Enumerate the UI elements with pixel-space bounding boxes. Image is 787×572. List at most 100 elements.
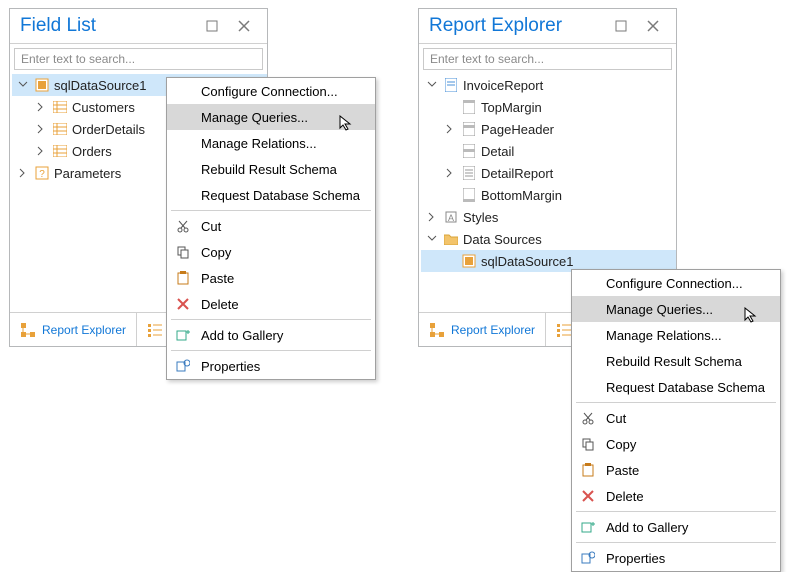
menu-rebuild-schema[interactable]: Rebuild Result Schema <box>167 156 375 182</box>
tree-node-band[interactable]: DetailReport <box>421 162 676 184</box>
svg-text:?: ? <box>39 169 45 180</box>
menu-request-schema[interactable]: Request Database Schema <box>572 374 780 400</box>
menu-manage-relations[interactable]: Manage Relations... <box>572 322 780 348</box>
band-icon <box>461 121 477 137</box>
styles-icon: A <box>443 209 459 225</box>
band-icon <box>461 143 477 159</box>
chevron-right-icon[interactable] <box>34 100 48 114</box>
maximize-icon[interactable] <box>199 15 225 37</box>
tab-label: Report Explorer <box>451 323 535 337</box>
tab-label: Report Explorer <box>42 323 126 337</box>
separator <box>171 319 371 320</box>
separator <box>171 350 371 351</box>
panel-header: Field List <box>10 9 267 44</box>
chevron-right-icon[interactable] <box>34 122 48 136</box>
tab-report-explorer[interactable]: Report Explorer <box>10 313 137 346</box>
table-icon <box>52 99 68 115</box>
search-input[interactable]: Enter text to search... <box>14 48 263 70</box>
menu-configure-connection[interactable]: Configure Connection... <box>167 78 375 104</box>
menu-cut[interactable]: Cut <box>167 213 375 239</box>
database-icon <box>461 253 477 269</box>
menu-cut[interactable]: Cut <box>572 405 780 431</box>
menu-paste[interactable]: Paste <box>572 457 780 483</box>
chevron-down-icon[interactable] <box>425 232 439 246</box>
tree-label: DetailReport <box>481 166 553 181</box>
cursor-icon <box>339 115 357 133</box>
band-icon <box>461 99 477 115</box>
tree-label: sqlDataSource1 <box>54 78 147 93</box>
panel-title: Field List <box>20 15 96 37</box>
chevron-right-icon[interactable] <box>16 166 30 180</box>
menu-manage-relations[interactable]: Manage Relations... <box>167 130 375 156</box>
cut-icon <box>578 408 598 428</box>
tree-label: sqlDataSource1 <box>481 254 574 269</box>
tree-node-report[interactable]: InvoiceReport <box>421 74 676 96</box>
table-icon <box>52 143 68 159</box>
band-icon <box>461 187 477 203</box>
cut-icon <box>173 216 193 236</box>
list-icon <box>147 322 163 338</box>
chevron-right-icon[interactable] <box>34 144 48 158</box>
tree-label: Customers <box>72 100 135 115</box>
question-icon: ? <box>34 165 50 181</box>
band-icon <box>461 165 477 181</box>
svg-text:A: A <box>448 213 454 223</box>
tree-node-band[interactable]: PageHeader <box>421 118 676 140</box>
separator <box>576 511 776 512</box>
delete-icon <box>173 294 193 314</box>
tree-label: Styles <box>463 210 498 225</box>
menu-copy[interactable]: Copy <box>167 239 375 265</box>
menu-properties[interactable]: Properties <box>572 545 780 571</box>
menu-request-schema[interactable]: Request Database Schema <box>167 182 375 208</box>
menu-delete[interactable]: Delete <box>572 483 780 509</box>
tree-node-datasources[interactable]: Data Sources <box>421 228 676 250</box>
tree-label: PageHeader <box>481 122 554 137</box>
paste-icon <box>578 460 598 480</box>
maximize-icon[interactable] <box>608 15 634 37</box>
tree-node-styles[interactable]: A Styles <box>421 206 676 228</box>
database-icon <box>34 77 50 93</box>
tree-label: Orders <box>72 144 112 159</box>
tree-label: Data Sources <box>463 232 542 247</box>
tree-node-band[interactable]: TopMargin <box>421 96 676 118</box>
close-icon[interactable] <box>231 15 257 37</box>
tab-report-explorer[interactable]: Report Explorer <box>419 313 546 346</box>
menu-paste[interactable]: Paste <box>167 265 375 291</box>
menu-add-gallery[interactable]: Add to Gallery <box>572 514 780 540</box>
chevron-down-icon[interactable] <box>425 78 439 92</box>
menu-rebuild-schema[interactable]: Rebuild Result Schema <box>572 348 780 374</box>
tree-label: OrderDetails <box>72 122 145 137</box>
menu-properties[interactable]: Properties <box>167 353 375 379</box>
chevron-right-icon[interactable] <box>443 166 457 180</box>
close-icon[interactable] <box>640 15 666 37</box>
search-input[interactable]: Enter text to search... <box>423 48 672 70</box>
chevron-right-icon[interactable] <box>443 122 457 136</box>
folder-icon <box>443 231 459 247</box>
table-icon <box>52 121 68 137</box>
tree-node-band[interactable]: BottomMargin <box>421 184 676 206</box>
copy-icon <box>578 434 598 454</box>
menu-delete[interactable]: Delete <box>167 291 375 317</box>
delete-icon <box>578 486 598 506</box>
chevron-right-icon[interactable] <box>425 210 439 224</box>
paste-icon <box>173 268 193 288</box>
tree-label: BottomMargin <box>481 188 562 203</box>
menu-add-gallery[interactable]: Add to Gallery <box>167 322 375 348</box>
menu-copy[interactable]: Copy <box>572 431 780 457</box>
gallery-icon <box>173 325 193 345</box>
separator <box>171 210 371 211</box>
tree-node-band[interactable]: Detail <box>421 140 676 162</box>
copy-icon <box>173 242 193 262</box>
report-icon <box>443 77 459 93</box>
list-icon <box>556 322 572 338</box>
cursor-icon <box>744 307 762 325</box>
tree-label: TopMargin <box>481 100 542 115</box>
panel-header: Report Explorer <box>419 9 676 44</box>
separator <box>576 402 776 403</box>
tree-label: Parameters <box>54 166 121 181</box>
menu-configure-connection[interactable]: Configure Connection... <box>572 270 780 296</box>
gallery-icon <box>578 517 598 537</box>
tree-label: InvoiceReport <box>463 78 543 93</box>
tree-icon <box>20 322 36 338</box>
chevron-down-icon[interactable] <box>16 78 30 92</box>
